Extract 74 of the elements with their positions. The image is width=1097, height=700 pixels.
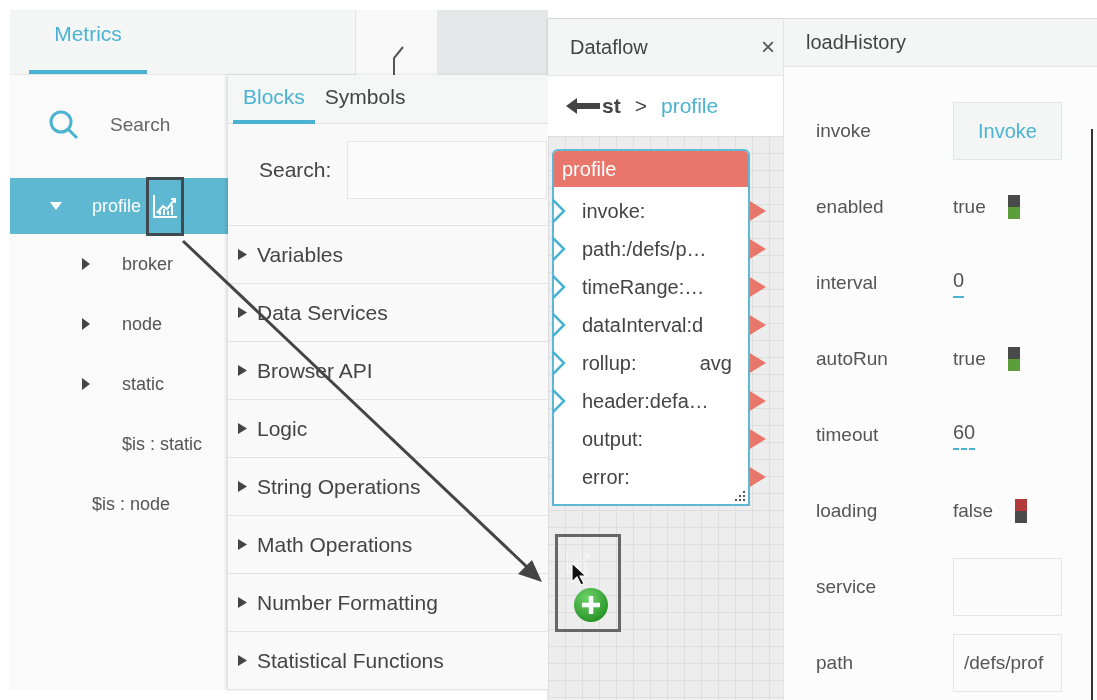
tree-item[interactable]: $is : node bbox=[92, 493, 171, 515]
input-port-icon[interactable] bbox=[552, 389, 566, 413]
port-label: header:defa… bbox=[582, 389, 709, 413]
input-port-icon[interactable] bbox=[552, 275, 566, 299]
property-label: invoke bbox=[816, 120, 872, 142]
toggle-switch[interactable] bbox=[1007, 347, 1020, 371]
collapsed-arrow-icon bbox=[238, 307, 247, 318]
property-value: true bbox=[953, 348, 986, 370]
dataflow-block[interactable]: profile invoke: path:/defs/p… timeRange:… dataInterval:d rollup: avg header:defa… output: error: bbox=[552, 149, 750, 506]
tree-item[interactable]: $is : static bbox=[122, 433, 203, 455]
output-port-icon[interactable] bbox=[748, 428, 766, 450]
output-port-icon[interactable] bbox=[748, 314, 766, 336]
port-label: output: bbox=[582, 427, 644, 451]
collapsed-arrow-icon bbox=[238, 597, 247, 608]
tree-item[interactable]: node bbox=[122, 313, 163, 335]
collapsed-arrow-icon[interactable] bbox=[80, 378, 92, 390]
scrollbar[interactable] bbox=[1091, 129, 1093, 700]
panel-tab[interactable]: Symbols bbox=[314, 75, 416, 124]
port-label: dataInterval:d bbox=[582, 313, 704, 337]
port-label: invoke: bbox=[582, 199, 646, 223]
output-port-icon[interactable] bbox=[748, 238, 766, 260]
output-port-icon[interactable] bbox=[748, 200, 766, 222]
collapsed-arrow-icon[interactable] bbox=[80, 258, 92, 270]
output-port-icon[interactable] bbox=[748, 352, 766, 374]
chart-icon bbox=[151, 192, 180, 220]
resize-grip-icon[interactable] bbox=[735, 491, 746, 502]
search-field[interactable] bbox=[347, 141, 548, 200]
collapsed-arrow-icon bbox=[238, 655, 247, 666]
collapsed-arrow-icon bbox=[238, 539, 247, 550]
input-field[interactable]: /defs/prof bbox=[953, 634, 1062, 692]
search-field[interactable]: Search bbox=[110, 113, 220, 136]
tree-item[interactable]: static bbox=[122, 373, 164, 395]
property-label: service bbox=[816, 576, 878, 598]
expanded-arrow-icon[interactable] bbox=[50, 200, 62, 212]
toggle-switch[interactable] bbox=[1007, 195, 1020, 219]
output-port-icon[interactable] bbox=[748, 390, 766, 412]
add-icon bbox=[573, 587, 609, 623]
block-title: profile bbox=[554, 151, 748, 187]
input-port-icon[interactable] bbox=[552, 237, 566, 261]
input-port-icon[interactable] bbox=[552, 313, 566, 337]
property-label: timeout bbox=[816, 424, 880, 446]
property-label: interval bbox=[816, 272, 879, 294]
cursor-icon bbox=[571, 562, 587, 586]
back-link[interactable]: st bbox=[566, 94, 621, 118]
property-label: autoRun bbox=[816, 348, 889, 370]
port-label: path:/defs/p… bbox=[582, 237, 707, 261]
panel-title[interactable]: Dataflow bbox=[570, 35, 648, 59]
property-label: loading bbox=[816, 500, 879, 522]
collapsed-arrow-icon bbox=[238, 365, 247, 376]
property-label: enabled bbox=[816, 196, 885, 218]
port-value: avg bbox=[699, 351, 732, 375]
port-label: timeRange:… bbox=[582, 275, 705, 299]
port-label: error: bbox=[582, 465, 630, 489]
number-value[interactable]: 60 bbox=[953, 420, 976, 450]
panel-title: loadHistory bbox=[784, 19, 1097, 67]
input-port-icon[interactable] bbox=[552, 351, 566, 375]
breadcrumb-separator: > bbox=[634, 94, 647, 118]
search-icon bbox=[48, 108, 80, 141]
close-button[interactable]: × bbox=[757, 33, 779, 61]
toggle-switch[interactable] bbox=[1015, 499, 1028, 523]
search-label: Search: bbox=[259, 158, 332, 183]
property-value: false bbox=[953, 500, 994, 522]
port-label: rollup: bbox=[582, 351, 637, 375]
input-port-icon[interactable] bbox=[552, 199, 566, 223]
output-port-icon[interactable] bbox=[748, 276, 766, 298]
property-value: true bbox=[953, 196, 986, 218]
drag-handle[interactable] bbox=[146, 176, 185, 236]
collapsed-arrow-icon bbox=[238, 249, 247, 260]
collapsed-arrow-icon[interactable] bbox=[80, 318, 92, 330]
property-label: path bbox=[816, 652, 854, 674]
number-value[interactable]: 0 bbox=[953, 268, 965, 298]
tree-item[interactable]: broker bbox=[122, 253, 174, 275]
collapsed-arrow-icon bbox=[238, 423, 247, 434]
collapsed-arrow-icon bbox=[238, 481, 247, 492]
